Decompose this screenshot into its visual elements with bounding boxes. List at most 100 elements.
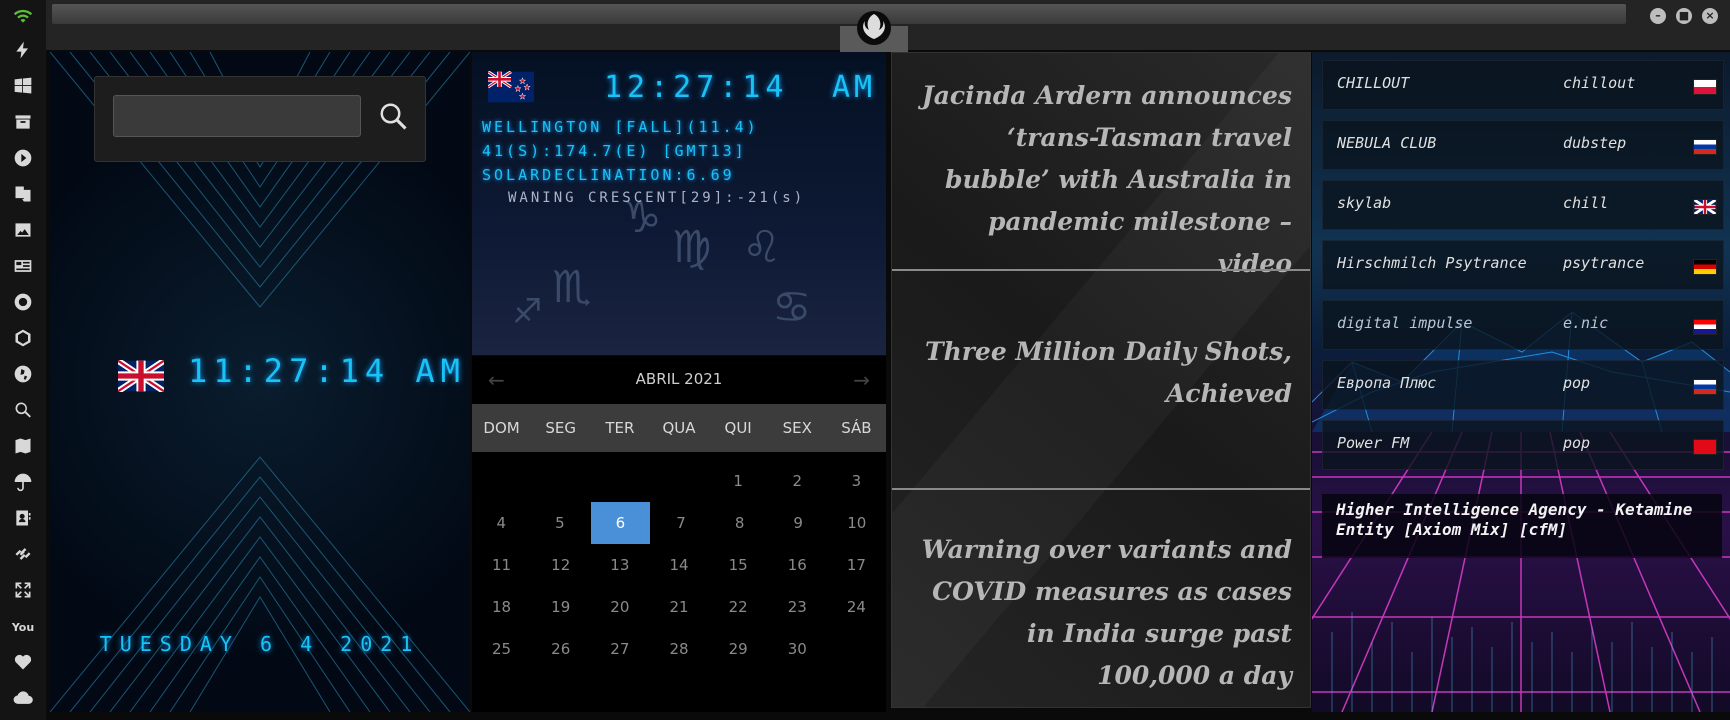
calendar-week: 25 26 27 28 29 30 — [472, 628, 886, 670]
station-row[interactable]: NEBULA CLUB dubstep — [1322, 120, 1724, 170]
news-divider — [892, 488, 1310, 490]
calendar-day[interactable]: 4 — [472, 502, 531, 544]
cloud-icon[interactable] — [11, 688, 35, 712]
minimize-button[interactable]: – — [1650, 8, 1666, 24]
next-month-button[interactable]: → — [853, 368, 870, 392]
rebel-alliance-logo[interactable] — [854, 8, 894, 48]
station-row[interactable]: skylab chill — [1322, 180, 1724, 230]
poland-flag-icon — [1693, 79, 1717, 95]
station-row[interactable]: Европа Плюс pop — [1322, 360, 1724, 410]
weekday-label: SEX — [782, 419, 812, 437]
map-icon[interactable] — [11, 436, 35, 460]
calendar-day[interactable]: 30 — [768, 628, 827, 670]
nz-time: 12:27:14 — [604, 70, 789, 105]
calendar-day[interactable]: 15 — [709, 544, 768, 586]
calendar-day[interactable] — [590, 460, 649, 502]
news-icon[interactable] — [11, 256, 35, 280]
uk-flag-icon — [118, 360, 164, 392]
flash-icon[interactable] — [11, 40, 35, 64]
close-button[interactable]: × — [1702, 8, 1718, 24]
calendar-day[interactable]: 27 — [590, 628, 649, 670]
archive-icon[interactable] — [11, 112, 35, 136]
sun-icon[interactable] — [11, 292, 35, 316]
station-row[interactable]: Hirschmilch Psytrance psytrance — [1322, 240, 1724, 290]
expand-icon[interactable] — [11, 580, 35, 604]
calendar-week: 18 19 20 21 22 23 24 — [472, 586, 886, 628]
search-icon[interactable] — [11, 400, 35, 424]
calendar-day[interactable]: 19 — [531, 586, 590, 628]
calendar-day[interactable] — [827, 628, 886, 670]
station-row[interactable]: digital impulse e.nic — [1322, 300, 1724, 350]
calendar-day[interactable]: 28 — [649, 628, 708, 670]
calendar-day[interactable]: 14 — [649, 544, 708, 586]
calendar-day[interactable]: 10 — [827, 502, 886, 544]
title-strip[interactable] — [52, 4, 1626, 24]
calendar-day[interactable]: 5 — [531, 502, 590, 544]
news-headline[interactable]: Warning over variants and COVID measures… — [912, 529, 1292, 697]
maximize-button[interactable]: ■ — [1676, 8, 1692, 24]
link-icon[interactable] — [11, 544, 35, 568]
clock-panel: 11:27:14 AM TUESDAY 6 4 2021 — [50, 52, 470, 712]
globe-icon[interactable] — [11, 364, 35, 388]
network-icon[interactable] — [11, 328, 35, 352]
calendar-day[interactable] — [649, 460, 708, 502]
nz-coordinates: 41(S):174.7(E) [GMT13] — [482, 142, 747, 160]
weekday-label: QUI — [724, 419, 752, 437]
windows-icon[interactable] — [11, 76, 35, 100]
calendar-header: ← ABRIL 2021 → — [472, 356, 886, 405]
heart-icon[interactable] — [11, 652, 35, 676]
nz-ampm: AM — [832, 70, 877, 105]
calendar-grid: 1 2 3 4 5 6 7 8 9 10 11 12 13 14 15 16 1… — [472, 460, 886, 670]
calendar-day-today[interactable]: 6 — [591, 502, 650, 544]
station-row[interactable]: Power FM pop — [1322, 420, 1724, 470]
calendar-day[interactable]: 3 — [827, 460, 886, 502]
weekday-label: SÁB — [841, 419, 872, 437]
image-icon[interactable] — [11, 220, 35, 244]
radio-panel: CHILLOUT chillout NEBULA CLUB dubstep sk… — [1312, 52, 1730, 712]
calendar-week: 1 2 3 — [472, 460, 886, 502]
calendar-day[interactable]: 18 — [472, 586, 531, 628]
calendar-day[interactable]: 25 — [472, 628, 531, 670]
calendar-day[interactable]: 23 — [768, 586, 827, 628]
nz-solar-declination: SOLARDECLINATION:6.69 — [482, 166, 735, 184]
station-name: digital impulse — [1337, 314, 1473, 332]
wifi-icon[interactable] — [11, 6, 35, 30]
calendar-day[interactable]: 9 — [769, 502, 828, 544]
news-headline[interactable]: Jacinda Ardern announces ‘trans-Tasman t… — [912, 75, 1292, 285]
calendar-day[interactable]: 21 — [649, 586, 708, 628]
calendar-day[interactable]: 2 — [768, 460, 827, 502]
calendar-day[interactable]: 8 — [710, 502, 769, 544]
calendar-day[interactable]: 29 — [709, 628, 768, 670]
calendar-day[interactable]: 22 — [709, 586, 768, 628]
zodiac-glyph: ♌ — [742, 222, 782, 273]
calendar-day[interactable]: 16 — [768, 544, 827, 586]
nz-moon-phase: WANING CRESCENT[29]:-21(s) — [508, 190, 806, 206]
translate-icon[interactable] — [11, 184, 35, 208]
zodiac-glyph: ♐ — [512, 292, 543, 332]
youtube-icon[interactable]: You — [11, 616, 35, 640]
calendar-day[interactable]: 12 — [531, 544, 590, 586]
contacts-icon[interactable] — [11, 508, 35, 532]
calendar-day[interactable]: 13 — [590, 544, 649, 586]
news-headline[interactable]: Three Million Daily Shots, Achieved — [912, 331, 1292, 415]
turkey-flag-icon — [1693, 439, 1717, 455]
station-row[interactable]: CHILLOUT chillout — [1322, 60, 1724, 110]
calendar-day[interactable]: 20 — [590, 586, 649, 628]
weekday-label: SEG — [545, 419, 577, 437]
search-icon[interactable] — [378, 101, 408, 131]
russia-flag-icon — [1693, 379, 1717, 395]
search-input[interactable] — [113, 95, 361, 137]
calendar-day[interactable] — [531, 460, 590, 502]
play-icon[interactable] — [11, 148, 35, 172]
umbrella-icon[interactable] — [11, 472, 35, 496]
calendar-day[interactable]: 11 — [472, 544, 531, 586]
uk-time: 11:27:14 AM — [188, 352, 466, 390]
station-genre: e.nic — [1563, 314, 1609, 332]
calendar-day[interactable]: 26 — [531, 628, 590, 670]
calendar-day[interactable]: 1 — [709, 460, 768, 502]
calendar-day[interactable]: 7 — [652, 502, 711, 544]
calendar-day[interactable]: 24 — [827, 586, 886, 628]
calendar-day[interactable] — [472, 460, 531, 502]
news-panel: Jacinda Ardern announces ‘trans-Tasman t… — [891, 52, 1311, 708]
calendar-day[interactable]: 17 — [827, 544, 886, 586]
